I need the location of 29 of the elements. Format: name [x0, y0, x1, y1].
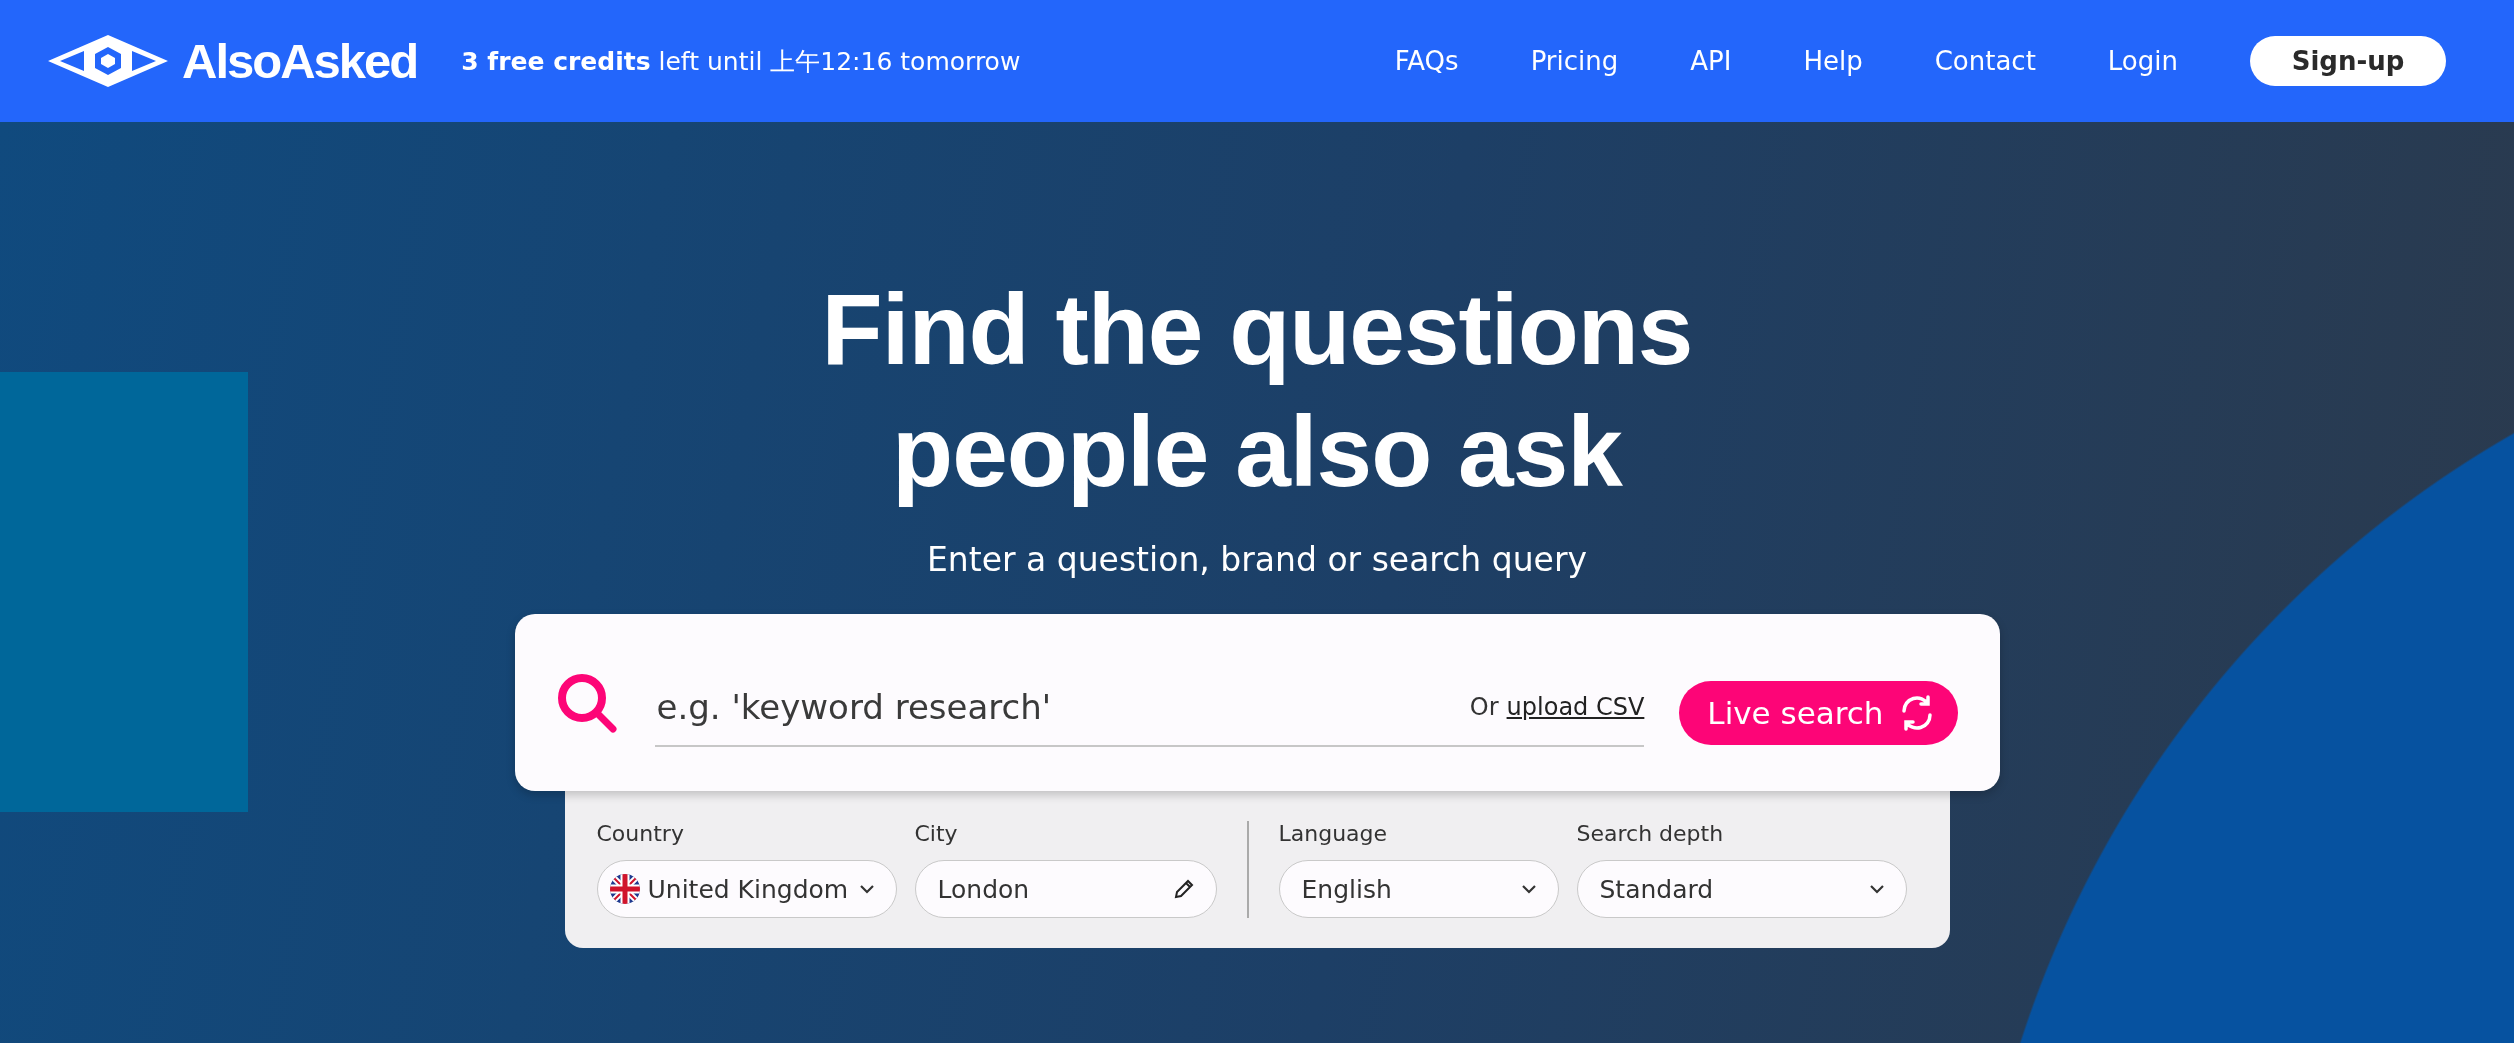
upload-csv-link[interactable]: upload CSV: [1506, 692, 1645, 721]
search-field[interactable]: e.g. 'keyword research' Or upload CSV: [654, 668, 1645, 747]
city-field[interactable]: London: [914, 860, 1217, 918]
field-label: City: [914, 821, 959, 846]
select-dropdown[interactable]: Standard: [1576, 860, 1907, 918]
chevron-down-icon: [857, 883, 876, 895]
logo-icon: [48, 35, 168, 87]
nav-link[interactable]: API: [1690, 46, 1732, 76]
nav-link[interactable]: Login: [2107, 46, 2178, 76]
nav-link[interactable]: FAQs: [1394, 46, 1459, 76]
credits-notice: 3 free credits left until 上午12:16 tomorrow: [461, 45, 1021, 78]
logo-text[interactable]: AlsoAsked: [182, 33, 418, 89]
nav-link[interactable]: Pricing: [1530, 46, 1619, 76]
live-search-button[interactable]: Live search: [1679, 680, 1958, 745]
chevron-down-icon: [1867, 883, 1886, 895]
flag-icon: [609, 874, 640, 904]
select-dropdown[interactable]: English: [1278, 860, 1559, 918]
field-label: Search depth: [1576, 821, 1725, 846]
subtitle: Enter a question, brand or search query: [926, 540, 1587, 579]
signup-button[interactable]: Sign-up: [2250, 36, 2446, 86]
field-label: Country: [596, 821, 685, 846]
chevron-down-icon: [1519, 883, 1538, 895]
field-label: Language: [1278, 821, 1389, 846]
headline: people also ask: [891, 394, 1624, 509]
nav-link[interactable]: Contact: [1934, 46, 2036, 76]
country-dropdown[interactable]: United Kingdom: [596, 860, 897, 918]
nav-link[interactable]: Help: [1803, 46, 1863, 76]
headline: Find the questions: [821, 272, 1693, 387]
upload-prefix: Or: [1469, 692, 1499, 721]
